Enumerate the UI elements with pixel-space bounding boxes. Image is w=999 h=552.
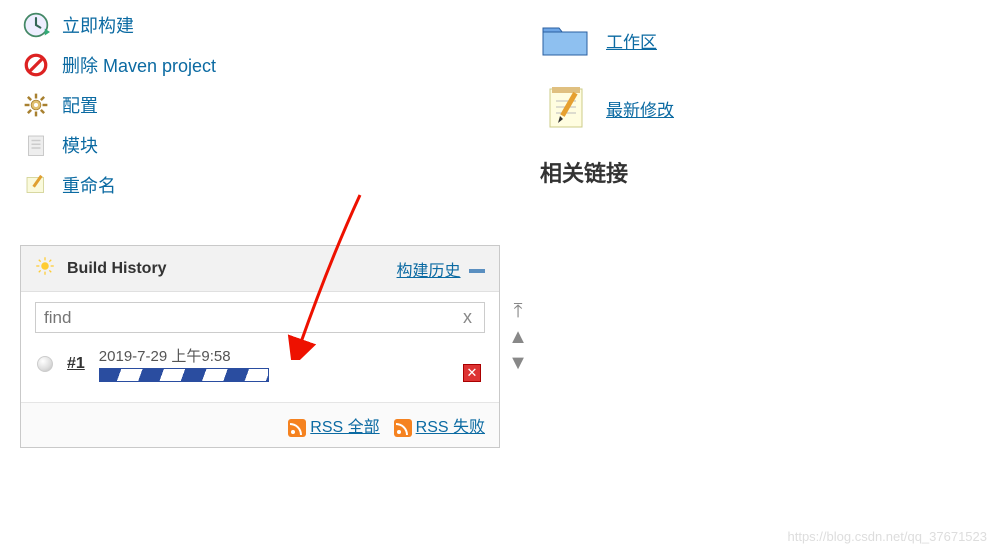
- rss-icon: [394, 419, 412, 437]
- folder-icon: [540, 18, 590, 63]
- scroll-controls: ⤒ ▲ ▼: [507, 300, 529, 374]
- collapse-icon[interactable]: [469, 269, 485, 273]
- sun-icon: [35, 256, 55, 281]
- scroll-up-button[interactable]: ▲: [507, 326, 529, 348]
- menu-item-label: 删除 Maven project: [62, 52, 216, 78]
- clock-run-icon: [22, 11, 50, 39]
- menu-modules[interactable]: 模块: [20, 125, 520, 165]
- menu-item-label: 配置: [62, 92, 98, 118]
- rss-failed-link[interactable]: RSS 失败: [394, 413, 485, 437]
- rss-all-link[interactable]: RSS 全部: [288, 413, 379, 437]
- menu-rename[interactable]: 重命名: [20, 165, 520, 205]
- find-box: x: [35, 302, 485, 333]
- build-history-trend-link[interactable]: 构建历史: [397, 263, 461, 280]
- scroll-top-button[interactable]: ⤒: [507, 300, 529, 322]
- build-status-ball-icon: [37, 356, 53, 372]
- build-progress-bar: [99, 368, 269, 382]
- build-history-header: Build History 构建历史: [21, 246, 499, 292]
- right-column: 工作区 最新修改 相关链接: [540, 18, 840, 188]
- build-history-title: Build History: [67, 260, 167, 278]
- menu-item-label: 模块: [62, 132, 98, 158]
- left-column: 立即构建 删除 Maven project 配置: [20, 5, 520, 448]
- gear-icon: [22, 91, 50, 119]
- build-history-panel: Build History 构建历史 x #1 2019-7-29 上午9:58: [20, 245, 500, 448]
- menu-build-now[interactable]: 立即构建: [20, 5, 520, 45]
- workspace-link[interactable]: 工作区: [606, 28, 657, 53]
- build-row[interactable]: #1 2019-7-29 上午9:58: [35, 333, 485, 388]
- build-meta: 2019-7-29 上午9:58: [99, 345, 269, 382]
- recent-changes-link-row: 最新修改: [540, 81, 840, 136]
- cancel-build-button[interactable]: [463, 364, 481, 382]
- menu-delete-project[interactable]: 删除 Maven project: [20, 45, 520, 85]
- menu-item-label: 重命名: [62, 172, 116, 198]
- menu-configure[interactable]: 配置: [20, 85, 520, 125]
- scroll-down-button[interactable]: ▼: [507, 352, 529, 374]
- build-number-link[interactable]: #1: [67, 355, 85, 373]
- clear-find-button[interactable]: x: [459, 307, 476, 328]
- find-input[interactable]: [44, 308, 459, 328]
- watermark: https://blog.csdn.net/qq_37671523: [788, 529, 988, 544]
- delete-icon: [22, 51, 50, 79]
- notepad-icon: [540, 81, 590, 136]
- module-icon: [22, 131, 50, 159]
- menu-item-label: 立即构建: [62, 12, 134, 38]
- related-links-title: 相关链接: [540, 156, 840, 188]
- rename-icon: [22, 171, 50, 199]
- build-date: 2019-7-29 上午9:58: [99, 345, 269, 366]
- recent-changes-link[interactable]: 最新修改: [606, 96, 674, 121]
- rss-icon: [288, 419, 306, 437]
- build-history-footer: RSS 全部 RSS 失败: [21, 402, 499, 447]
- build-history-body: x #1 2019-7-29 上午9:58 ⤒ ▲ ▼: [21, 292, 499, 402]
- workspace-link-row: 工作区: [540, 18, 840, 63]
